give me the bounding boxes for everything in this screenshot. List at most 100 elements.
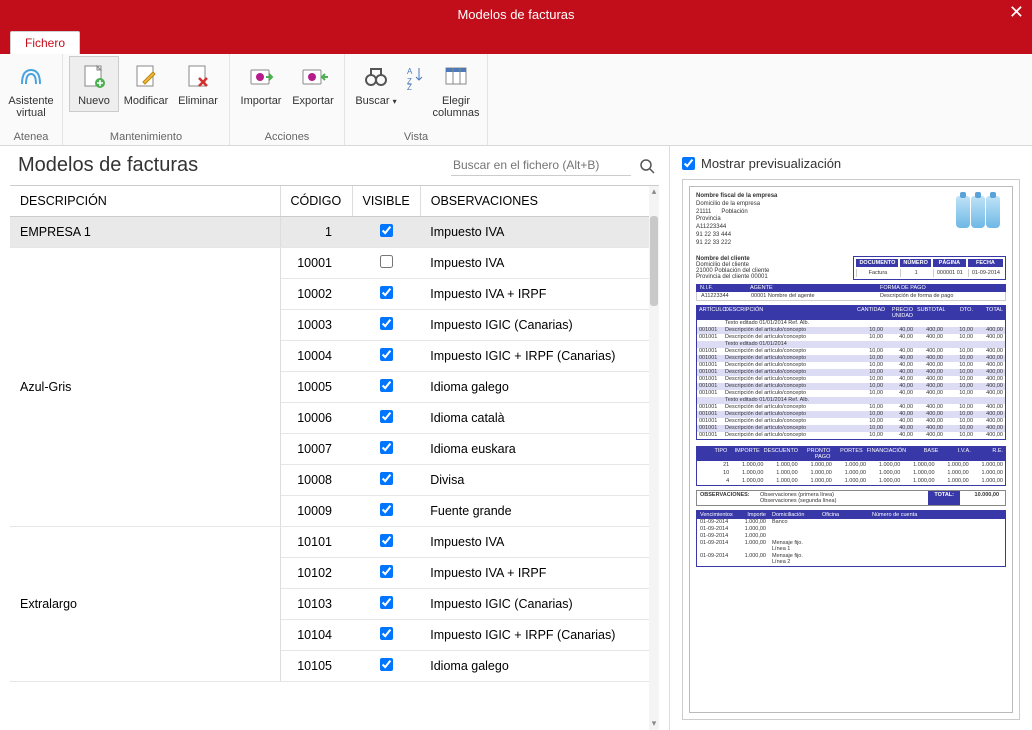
cell-code: 10102 bbox=[280, 558, 352, 589]
close-icon[interactable]: ✕ bbox=[1009, 2, 1024, 23]
visible-checkbox[interactable] bbox=[380, 658, 393, 671]
cell-visible bbox=[352, 248, 420, 279]
visible-checkbox[interactable] bbox=[380, 348, 393, 361]
visible-checkbox[interactable] bbox=[380, 441, 393, 454]
cell-code: 10007 bbox=[280, 434, 352, 465]
cell-visible bbox=[352, 527, 420, 558]
chevron-down-icon: ▾ bbox=[393, 97, 397, 106]
visible-checkbox[interactable] bbox=[380, 596, 393, 609]
cell-visible bbox=[352, 217, 420, 248]
header-row: DESCRIPCIÓN CÓDIGO VISIBLE OBSERVACIONES bbox=[10, 186, 659, 217]
cell-observaciones: Fuente grande bbox=[420, 496, 659, 527]
cell-observaciones: Idioma català bbox=[420, 403, 659, 434]
scroll-up-icon[interactable]: ▴ bbox=[649, 186, 659, 198]
cell-observaciones: Divisa bbox=[420, 465, 659, 496]
client-block: Nombre del cliente Domicilio del cliente… bbox=[696, 256, 769, 280]
cell-observaciones: Impuesto IVA + IRPF bbox=[420, 558, 659, 589]
asistente-virtual-button[interactable]: Asistente virtual bbox=[6, 56, 56, 124]
col-visible[interactable]: VISIBLE bbox=[352, 186, 420, 217]
cell-observaciones: Impuesto IGIC (Canarias) bbox=[420, 310, 659, 341]
ribbon-group-mantenimiento: Nuevo Modificar Eliminar Mantenimiento bbox=[63, 54, 230, 145]
cell-visible bbox=[352, 279, 420, 310]
doc-info-box: DOCUMENTONÚMEROPÁGINAFECHAFactura1000001… bbox=[853, 256, 1006, 280]
scrollbar[interactable]: ▴ ▾ bbox=[649, 186, 659, 730]
invoice-preview: Nombre fiscal de la empresa Domicilio de… bbox=[689, 186, 1013, 713]
button-label: Modificar bbox=[124, 95, 169, 107]
cell-code: 10009 bbox=[280, 496, 352, 527]
buscar-button[interactable]: Buscar ▾ bbox=[351, 56, 401, 124]
visible-checkbox[interactable] bbox=[380, 627, 393, 640]
visible-checkbox[interactable] bbox=[380, 410, 393, 423]
nuevo-button[interactable]: Nuevo bbox=[69, 56, 119, 112]
cell-code: 10103 bbox=[280, 589, 352, 620]
importar-button[interactable]: Importar bbox=[236, 56, 286, 112]
scroll-thumb[interactable] bbox=[650, 216, 658, 306]
totals-box: TIPOIMPORTEDESCUENTOPRONTO PAGOPORTESFIN… bbox=[696, 446, 1006, 486]
button-label: Importar bbox=[241, 95, 282, 107]
svg-text:Z: Z bbox=[407, 83, 412, 92]
group-description: Extralargo bbox=[10, 527, 280, 682]
visible-checkbox[interactable] bbox=[380, 286, 393, 299]
cell-visible bbox=[352, 403, 420, 434]
import-icon bbox=[245, 61, 277, 93]
search-icon[interactable] bbox=[639, 158, 655, 174]
cell-code: 10008 bbox=[280, 465, 352, 496]
col-observaciones[interactable]: OBSERVACIONES bbox=[420, 186, 659, 217]
agent-header: N.I.F.AGENTEFORMA DE PAGO bbox=[696, 284, 1006, 292]
button-label: Exportar bbox=[292, 95, 334, 107]
exportar-button[interactable]: Exportar bbox=[288, 56, 338, 112]
cell-visible bbox=[352, 589, 420, 620]
visible-checkbox[interactable] bbox=[380, 534, 393, 547]
cell-visible bbox=[352, 620, 420, 651]
agent-row: A1122334400001 Nombre del agenteDescripc… bbox=[696, 292, 1006, 301]
visible-checkbox[interactable] bbox=[380, 317, 393, 330]
binoculars-icon bbox=[360, 61, 392, 93]
button-label: Elegir columnas bbox=[432, 95, 479, 119]
eliminar-button[interactable]: Eliminar bbox=[173, 56, 223, 112]
cell-code: 10001 bbox=[280, 248, 352, 279]
cell-observaciones: Impuesto IVA bbox=[420, 217, 659, 248]
table-row[interactable]: Extralargo10101Impuesto IVA bbox=[10, 527, 659, 558]
button-label: Nuevo bbox=[78, 95, 110, 107]
svg-text:A: A bbox=[407, 67, 413, 76]
cell-code: 10104 bbox=[280, 620, 352, 651]
visible-checkbox[interactable] bbox=[380, 224, 393, 237]
visible-checkbox[interactable] bbox=[380, 503, 393, 516]
preview-container: Nombre fiscal de la empresa Domicilio de… bbox=[682, 179, 1020, 720]
search-box bbox=[451, 155, 655, 176]
col-codigo[interactable]: CÓDIGO bbox=[280, 186, 352, 217]
table-row[interactable]: EMPRESA 11 Impuesto IVA bbox=[10, 217, 659, 248]
visible-checkbox[interactable] bbox=[380, 379, 393, 392]
cell-code: 10006 bbox=[280, 403, 352, 434]
list-pane: Modelos de facturas DESCRIPCIÓN CÓDIGO V… bbox=[0, 146, 670, 730]
cell-code: 10005 bbox=[280, 372, 352, 403]
group-label: Vista bbox=[404, 131, 428, 145]
preview-toggle[interactable]: Mostrar previsualización bbox=[682, 156, 1020, 171]
table-row[interactable]: Azul-Gris10001Impuesto IVA bbox=[10, 248, 659, 279]
cell-visible bbox=[352, 310, 420, 341]
data-grid[interactable]: DESCRIPCIÓN CÓDIGO VISIBLE OBSERVACIONES… bbox=[10, 185, 659, 730]
preview-checkbox[interactable] bbox=[682, 157, 695, 170]
group-label: Atenea bbox=[14, 131, 49, 145]
cell-code: 10004 bbox=[280, 341, 352, 372]
cell-code: 1 bbox=[280, 217, 352, 248]
visible-checkbox[interactable] bbox=[380, 255, 393, 268]
modificar-button[interactable]: Modificar bbox=[121, 56, 171, 112]
sort-button[interactable]: AZZ bbox=[403, 56, 429, 124]
visible-checkbox[interactable] bbox=[380, 565, 393, 578]
scroll-down-icon[interactable]: ▾ bbox=[649, 718, 659, 730]
visible-checkbox[interactable] bbox=[380, 472, 393, 485]
cell-observaciones: Impuesto IVA bbox=[420, 248, 659, 279]
line-items: ARTÍCULODESCRIPCIÓNCANTIDADPRECIO UNIDAD… bbox=[696, 305, 1006, 440]
search-input[interactable] bbox=[451, 155, 631, 176]
company-block: Nombre fiscal de la empresa Domicilio de… bbox=[696, 193, 777, 248]
cell-observaciones: Impuesto IVA + IRPF bbox=[420, 279, 659, 310]
group-description: EMPRESA 1 bbox=[10, 217, 280, 248]
col-descripcion[interactable]: DESCRIPCIÓN bbox=[10, 186, 280, 217]
tab-strip: Fichero bbox=[0, 28, 1032, 54]
tab-fichero[interactable]: Fichero bbox=[10, 31, 80, 54]
elegir-columnas-button[interactable]: Elegir columnas bbox=[431, 56, 481, 124]
title-bar: Modelos de facturas ✕ bbox=[0, 0, 1032, 28]
export-icon bbox=[297, 61, 329, 93]
cell-observaciones: Idioma galego bbox=[420, 651, 659, 682]
